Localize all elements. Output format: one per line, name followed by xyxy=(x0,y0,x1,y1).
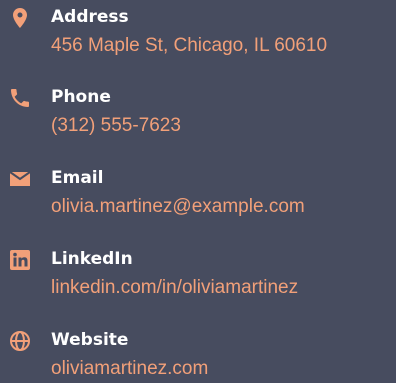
globe-icon xyxy=(8,329,32,353)
location-pin-icon xyxy=(8,6,32,30)
contact-item-address: Address 456 Maple St, Chicago, IL 60610 xyxy=(0,4,396,74)
linkedin-link[interactable]: linkedin.com/in/oliviamartinez xyxy=(51,275,298,301)
address-value: 456 Maple St, Chicago, IL 60610 xyxy=(51,35,328,56)
address-label: Address xyxy=(51,7,129,27)
phone-link[interactable]: (312) 555-7623 xyxy=(51,113,181,139)
linkedin-icon xyxy=(8,248,32,272)
email-link[interactable]: olivia.martinez@example.com xyxy=(51,194,305,220)
contact-item-email: Email olivia.martinez@example.com xyxy=(0,165,396,235)
website-label: Website xyxy=(51,330,129,350)
contact-item-phone: Phone (312) 555-7623 xyxy=(0,84,396,154)
contact-item-website: Website oliviamartinez.com xyxy=(0,327,396,383)
contact-item-linkedin: LinkedIn linkedin.com/in/oliviamartinez xyxy=(0,246,396,316)
phone-label: Phone xyxy=(51,87,111,107)
email-label: Email xyxy=(51,168,104,188)
linkedin-label: LinkedIn xyxy=(51,249,133,269)
website-link[interactable]: oliviamartinez.com xyxy=(51,356,208,382)
envelope-icon xyxy=(8,167,32,191)
phone-icon xyxy=(8,86,32,110)
